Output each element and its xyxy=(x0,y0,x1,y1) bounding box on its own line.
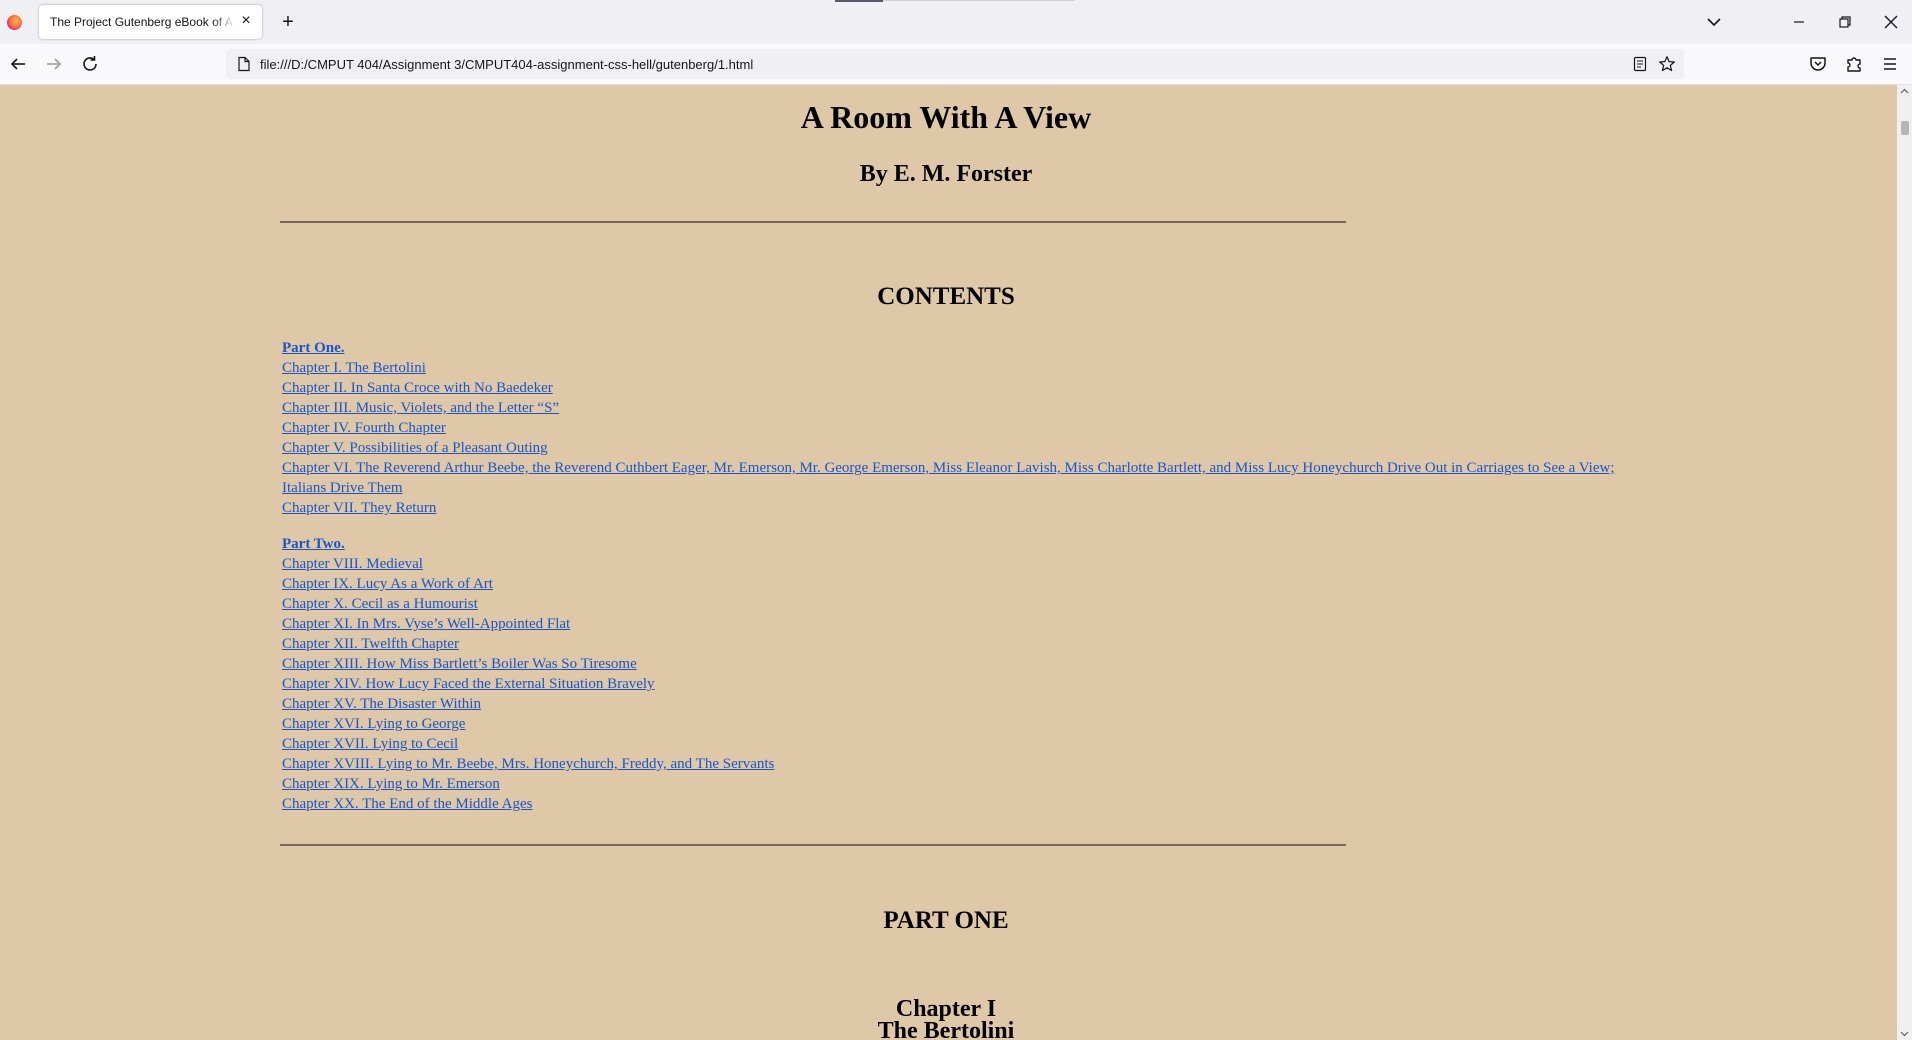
toc-link-chapter[interactable]: Chapter XIII. How Miss Bartlett’s Boiler… xyxy=(282,654,1622,674)
toc-link-chapter[interactable]: Chapter XVIII. Lying to Mr. Beebe, Mrs. … xyxy=(282,754,1622,774)
toc-link-chapter[interactable]: Chapter XII. Twelfth Chapter xyxy=(282,634,1622,654)
address-bar[interactable]: file:///D:/CMPUT 404/Assignment 3/CMPUT4… xyxy=(226,49,1684,79)
puzzle-icon[interactable] xyxy=(1842,52,1866,76)
toc-link-chapter[interactable]: Chapter XVII. Lying to Cecil xyxy=(282,734,1622,754)
scrollbar-thumb[interactable] xyxy=(1901,121,1909,135)
page-content: A Room With A View By E. M. Forster CONT… xyxy=(0,85,1897,1040)
scroll-up-arrow-icon[interactable] xyxy=(1900,88,1909,94)
toc-link-chapter[interactable]: Chapter I. The Bertolini xyxy=(282,358,1622,378)
toc-link-part-one[interactable]: Part One. xyxy=(282,338,1622,358)
book-author: By E. M. Forster xyxy=(859,161,1033,187)
minimize-icon[interactable] xyxy=(1784,8,1814,36)
arrow-right-icon[interactable] xyxy=(42,52,66,76)
toc-link-part-two[interactable]: Part Two. xyxy=(282,534,1622,554)
toc-link-chapter[interactable]: Chapter V. Possibilities of a Pleasant O… xyxy=(282,438,1622,458)
toc-link-chapter[interactable]: Chapter II. In Santa Croce with No Baede… xyxy=(282,378,1622,398)
horizontal-rule xyxy=(280,844,1346,846)
scroll-down-arrow-icon[interactable] xyxy=(1900,1031,1909,1037)
toc-part-two: Part Two. Chapter VIII. Medieval Chapter… xyxy=(282,534,1622,814)
toc-link-chapter[interactable]: Chapter XIV. How Lucy Faced the External… xyxy=(282,674,1622,694)
part-one-heading: PART ONE xyxy=(883,907,1009,934)
chapter-heading: Chapter I The Bertolini xyxy=(0,997,1892,1040)
toc-link-chapter[interactable]: Chapter XVI. Lying to George xyxy=(282,714,1622,734)
toc-link-chapter[interactable]: Chapter IX. Lucy As a Work of Art xyxy=(282,574,1622,594)
star-icon[interactable] xyxy=(1658,55,1676,73)
toc-link-chapter[interactable]: Chapter IV. Fourth Chapter xyxy=(282,418,1622,438)
navigation-toolbar: file:///D:/CMPUT 404/Assignment 3/CMPUT4… xyxy=(0,44,1912,85)
pocket-icon[interactable] xyxy=(1806,52,1830,76)
book-title: A Room With A View xyxy=(800,99,1092,135)
drag-indicator xyxy=(835,0,883,2)
vertical-scrollbar[interactable] xyxy=(1897,85,1912,1040)
reload-icon[interactable] xyxy=(78,52,102,76)
window-close-icon[interactable] xyxy=(1876,8,1906,36)
chevron-down-icon[interactable] xyxy=(1702,10,1726,34)
contents-heading: CONTENTS xyxy=(877,283,1015,310)
tab-strip: The Project Gutenberg eBook of A Room Wi… xyxy=(0,0,1912,44)
toc-link-chapter[interactable]: Chapter XX. The End of the Middle Ages xyxy=(282,794,1622,814)
tab-active[interactable]: The Project Gutenberg eBook of A Room Wi… xyxy=(39,5,262,39)
toc-link-chapter[interactable]: Chapter VIII. Medieval xyxy=(282,554,1622,574)
drag-indicator-track xyxy=(883,0,1075,1)
toc-link-chapter[interactable]: Chapter XIX. Lying to Mr. Emerson xyxy=(282,774,1622,794)
chapter-title: The Bertolini xyxy=(877,1018,1015,1040)
reader-view-icon[interactable] xyxy=(1632,56,1648,72)
toc-link-chapter[interactable]: Chapter XV. The Disaster Within xyxy=(282,694,1622,714)
toc-link-chapter[interactable]: Chapter III. Music, Violets, and the Let… xyxy=(282,398,1622,418)
horizontal-rule xyxy=(280,221,1346,223)
toc-link-chapter[interactable]: Chapter XI. In Mrs. Vyse’s Well-Appointe… xyxy=(282,614,1622,634)
firefox-logo-icon xyxy=(7,15,22,30)
toc-link-chapter[interactable]: Chapter VI. The Reverend Arthur Beebe, t… xyxy=(282,458,1622,498)
page-icon xyxy=(238,56,250,72)
tab-title: The Project Gutenberg eBook of A Room Wi… xyxy=(50,15,235,29)
hamburger-menu-icon[interactable] xyxy=(1878,52,1902,76)
plus-icon[interactable]: + xyxy=(276,10,300,34)
url-text[interactable]: file:///D:/CMPUT 404/Assignment 3/CMPUT4… xyxy=(260,57,753,72)
toc-part-one: Part One. Chapter I. The Bertolini Chapt… xyxy=(282,338,1622,518)
close-icon[interactable]: × xyxy=(238,13,254,29)
toc-link-chapter[interactable]: Chapter X. Cecil as a Humourist xyxy=(282,594,1622,614)
restore-icon[interactable] xyxy=(1830,8,1860,36)
arrow-left-icon[interactable] xyxy=(6,52,30,76)
toc-link-chapter[interactable]: Chapter VII. They Return xyxy=(282,498,1622,518)
